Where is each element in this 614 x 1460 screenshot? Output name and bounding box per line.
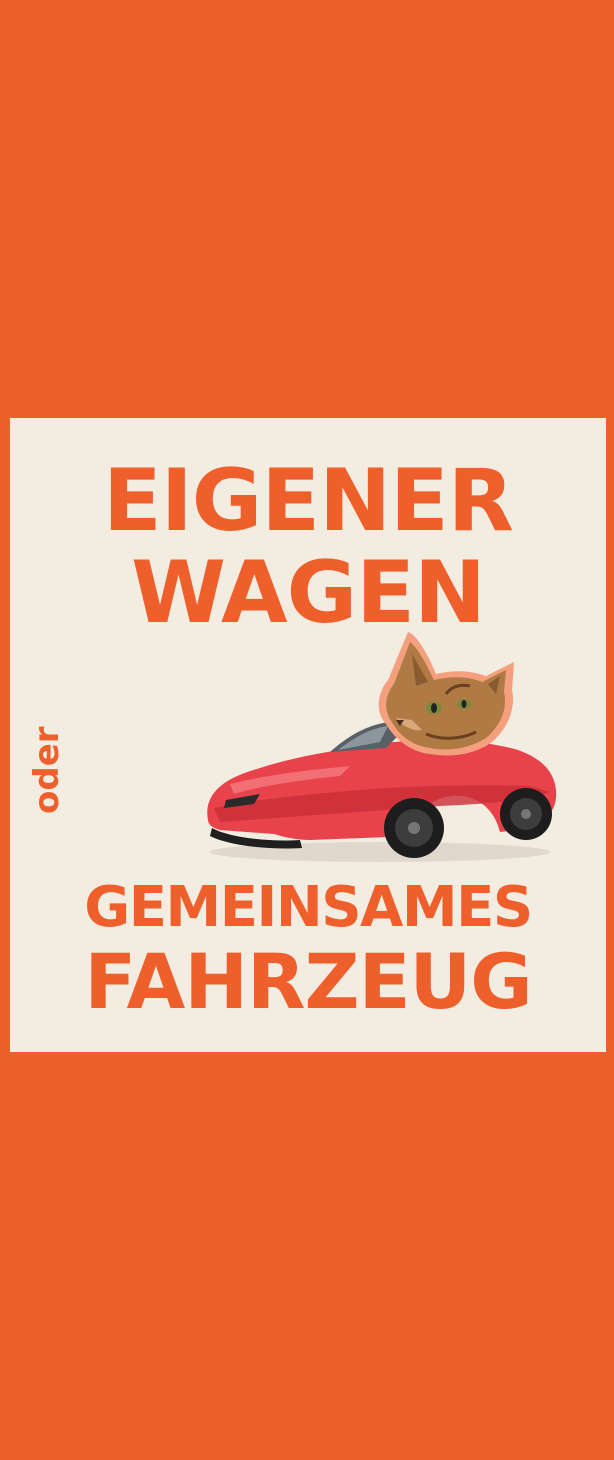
headline-eigener: EIGENER bbox=[102, 451, 514, 551]
cat-head-icon bbox=[378, 632, 514, 756]
headline-gemeinsames: GEMEINSAMES bbox=[84, 875, 533, 940]
car-with-cat-illustration bbox=[207, 632, 557, 862]
red-sports-car-icon bbox=[207, 722, 557, 858]
headline-fahrzeug: FAHRZEUG bbox=[84, 937, 532, 1026]
poster-card: EIGENER WAGEN oder GEMEINSAMES FAHRZEUG bbox=[10, 418, 606, 1052]
connector-oder: oder bbox=[27, 726, 67, 814]
